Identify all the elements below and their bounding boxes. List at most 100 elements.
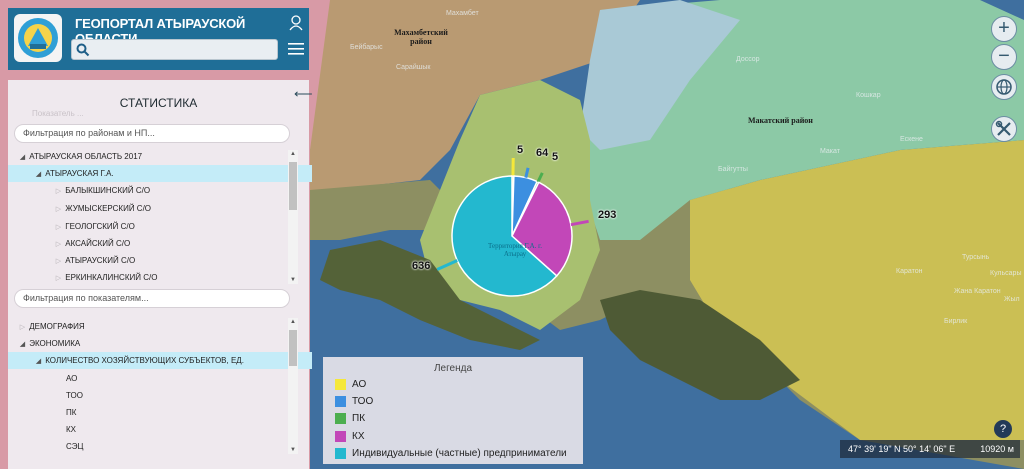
legend-item-too: ТОО bbox=[335, 396, 373, 408]
legend-label: Индивидуальные (частные) предприниматели bbox=[352, 448, 567, 459]
legend-title: Легенда bbox=[433, 363, 473, 374]
help-button[interactable]: ? bbox=[994, 420, 1012, 438]
tree-row-label: ПК bbox=[66, 408, 77, 417]
pie-leader-line bbox=[436, 259, 458, 271]
pie-label-too: 64 bbox=[536, 147, 549, 159]
legend-swatch bbox=[335, 448, 346, 459]
coordinates-readout: 47° 39' 19" N 50° 14' 06" E bbox=[848, 444, 956, 454]
help-icon: ? bbox=[999, 423, 1007, 435]
minus-icon: − bbox=[998, 45, 1010, 67]
legend-label: АО bbox=[352, 379, 367, 390]
collapsed-icon[interactable]: ▷ bbox=[54, 253, 63, 270]
map-minor-label: Бирлик bbox=[944, 318, 968, 325]
tree-row-label: ГЕОЛОГСКИЙ С/О bbox=[65, 222, 135, 231]
statistics-panel: ⟵ Показатель ... СТАТИСТИКА Фильтрация п… bbox=[8, 80, 313, 469]
legend-swatch bbox=[335, 413, 346, 424]
menu-icon[interactable] bbox=[288, 42, 304, 56]
pie-leader-line bbox=[524, 167, 530, 178]
indicator-tree-scrollbar[interactable]: ▲ ▼ bbox=[288, 318, 298, 454]
map-minor-label: Кошкар bbox=[856, 92, 881, 99]
tree-row-label: КОЛИЧЕСТВО ХОЗЯЙСТВУЮЩИХ СУБЪЕКТОВ, ЕД. bbox=[45, 356, 244, 365]
tree-row-label: ЖУМЫСКЕРСКИЙ С/О bbox=[65, 204, 152, 213]
pie-leader-line bbox=[570, 219, 589, 227]
globe-icon bbox=[996, 79, 1012, 95]
pie-label-ip: 636 bbox=[412, 260, 431, 272]
tree-row-label: ЭКОНОМИКА bbox=[29, 339, 81, 348]
scroll-thumb[interactable] bbox=[289, 330, 297, 366]
tree-row-label: АО bbox=[66, 374, 78, 383]
tree-row-region-2[interactable]: ▷ БАЛЫКШИНСКИЙ С/О bbox=[8, 182, 332, 199]
legend-swatch bbox=[335, 431, 346, 442]
tree-row-region-5[interactable]: ▷ АКСАЙСКИЙ С/О bbox=[8, 235, 332, 252]
tree-row-indicator-0[interactable]: ▷ ДЕМОГРАФИЯ bbox=[8, 318, 296, 335]
expand-icon[interactable]: ◢ bbox=[34, 353, 43, 370]
tree-row-region-6[interactable]: ▷ АТЫРАУСКИЙ С/О bbox=[8, 252, 332, 269]
collapsed-icon[interactable]: ▷ bbox=[18, 319, 27, 336]
pie-chart[interactable] bbox=[420, 140, 620, 320]
search-icon[interactable] bbox=[76, 43, 90, 57]
tree-row-indicator-1[interactable]: ◢ ЭКОНОМИКА bbox=[8, 335, 296, 352]
map-minor-label: Жана Каратон bbox=[954, 288, 1001, 295]
scroll-thumb[interactable] bbox=[289, 162, 297, 210]
scroll-down-icon[interactable]: ▼ bbox=[288, 446, 298, 454]
tree-row-label: АТЫРАУСКАЯ Г.А. bbox=[45, 169, 114, 178]
legend: Легенда АО ТОО ПК КХ Индивидуальные (час… bbox=[323, 357, 583, 464]
tree-row-region-0[interactable]: ◢ АТЫРАУСКАЯ ОБЛАСТЬ 2017 bbox=[8, 148, 296, 165]
legend-item-kh: КХ bbox=[335, 431, 365, 443]
map-label-makhambet-district: Махамбетский район bbox=[394, 28, 448, 46]
coordinates-bar: 47° 39' 19" N 50° 14' 06" E 10920 м bbox=[840, 440, 1020, 458]
legend-label: ТОО bbox=[352, 396, 374, 407]
tree-row-label: БАЛЫКШИНСКИЙ С/О bbox=[65, 186, 151, 195]
expand-icon[interactable]: ◢ bbox=[18, 149, 27, 166]
pie-leader-line bbox=[536, 172, 544, 183]
tree-row-region-4[interactable]: ▷ ГЕОЛОГСКИЙ С/О bbox=[8, 218, 332, 235]
tree-row-label: АТЫРАУСКИЙ С/О bbox=[65, 256, 136, 265]
indicator-filter-input[interactable]: Фильтрация по показателям... bbox=[14, 289, 290, 308]
scroll-down-icon[interactable]: ▼ bbox=[288, 276, 298, 284]
tree-row-indicator-2[interactable]: ◢ КОЛИЧЕСТВО ХОЗЯЙСТВУЮЩИХ СУБЪЕКТОВ, ЕД… bbox=[8, 352, 312, 369]
pie-label-ao: 5 bbox=[517, 144, 524, 156]
expand-icon[interactable]: ◢ bbox=[18, 336, 27, 353]
tree-row-label: ДЕМОГРАФИЯ bbox=[29, 322, 85, 331]
legend-label: ПК bbox=[352, 413, 366, 424]
expand-icon[interactable]: ◢ bbox=[34, 166, 43, 183]
collapsed-icon[interactable]: ▷ bbox=[54, 183, 63, 200]
zoom-out-button[interactable]: − bbox=[991, 44, 1017, 70]
map-minor-label: Жыл bbox=[1004, 296, 1020, 303]
tools-button[interactable] bbox=[991, 116, 1017, 142]
tree-row-label: КХ bbox=[66, 425, 76, 434]
map-minor-label: Макат bbox=[820, 148, 840, 155]
logo bbox=[14, 14, 62, 62]
collapsed-icon[interactable]: ▷ bbox=[54, 201, 63, 218]
tree-row-region-3[interactable]: ▷ ЖУМЫСКЕРСКИЙ С/О bbox=[8, 200, 332, 217]
pie-label-kh: 293 bbox=[598, 209, 617, 221]
map-minor-label: Каратон bbox=[896, 268, 923, 275]
tree-row-label: ТОО bbox=[66, 391, 83, 400]
app-header: ГЕОПОРТАЛ АТЫРАУСКОЙ ОБЛАСТИ bbox=[8, 8, 309, 70]
scroll-up-icon[interactable]: ▲ bbox=[288, 318, 298, 326]
scroll-up-icon[interactable]: ▲ bbox=[288, 150, 298, 158]
legend-item-pk: ПК bbox=[335, 413, 365, 425]
emblem-icon bbox=[18, 18, 58, 58]
map-minor-label: Сарайшык bbox=[396, 64, 431, 71]
tools-icon bbox=[995, 120, 1011, 136]
tree-row-region-1[interactable]: ◢ АТЫРАУСКАЯ Г.А. bbox=[8, 165, 312, 182]
tree-row-label: АТЫРАУСКАЯ ОБЛАСТЬ 2017 bbox=[29, 152, 143, 161]
collapsed-icon[interactable]: ▷ bbox=[54, 270, 63, 287]
map-minor-label: Кульсары bbox=[990, 270, 1022, 277]
user-icon[interactable] bbox=[289, 15, 303, 31]
collapsed-icon[interactable]: ▷ bbox=[54, 236, 63, 253]
tree-row-region-7[interactable]: ▷ ЕРКИНКАЛИНСКИЙ С/О bbox=[8, 269, 332, 286]
basemap-button[interactable] bbox=[991, 74, 1017, 100]
map-label-makat-district: Макатский район bbox=[748, 116, 813, 125]
scale-readout: 10920 м bbox=[980, 444, 1014, 454]
legend-label: КХ bbox=[352, 431, 365, 442]
region-filter-input[interactable]: Фильтрация по районам и НП... bbox=[14, 124, 290, 143]
indicator-tree: ▷ ДЕМОГРАФИЯ ◢ ЭКОНОМИКА ◢ КОЛИЧЕСТВО ХО… bbox=[8, 316, 312, 454]
map-minor-label: Бейбарыс bbox=[350, 44, 383, 51]
search-input[interactable] bbox=[71, 39, 278, 60]
zoom-in-button[interactable]: + bbox=[991, 16, 1017, 42]
faint-text: Показатель ... bbox=[32, 109, 84, 118]
collapsed-icon[interactable]: ▷ bbox=[54, 219, 63, 236]
region-tree-scrollbar[interactable]: ▲ ▼ bbox=[288, 150, 298, 284]
